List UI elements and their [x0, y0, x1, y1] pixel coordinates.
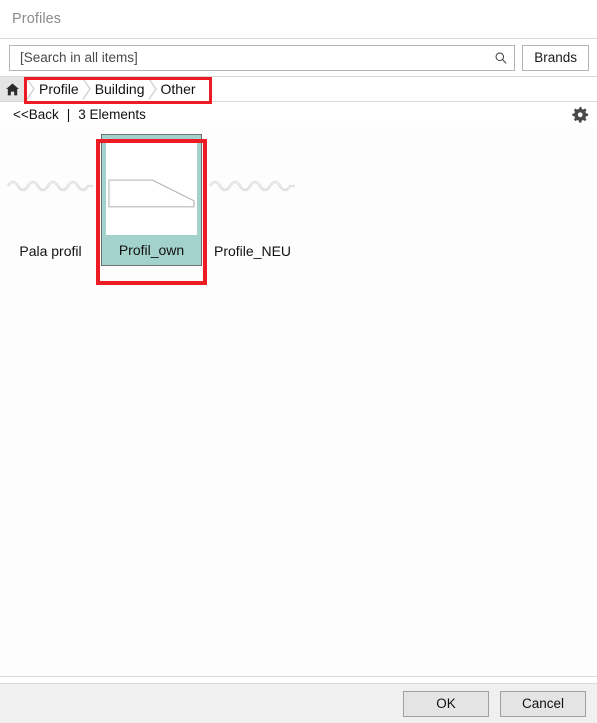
search-row: Brands: [0, 38, 597, 76]
breadcrumb-item-profile[interactable]: Profile: [37, 77, 81, 101]
ok-button[interactable]: OK: [403, 690, 489, 717]
wave-placeholder-icon: [6, 180, 93, 192]
chevron-right-icon: [26, 78, 35, 100]
breadcrumb-items: Profile Building Other: [25, 77, 597, 101]
breadcrumb: Profile Building Other: [0, 76, 597, 102]
dialog-footer: OK Cancel: [0, 683, 597, 723]
item-grid: Pala profil Profil_own Profile_NEU: [0, 127, 597, 266]
grid-item-label: Profil_own: [118, 242, 185, 258]
grid-item-profile-neu[interactable]: Profile_NEU: [202, 134, 303, 266]
chevron-right-icon: [147, 78, 157, 100]
grid-item-thumbnail: [202, 134, 303, 236]
grid-item-profil-own[interactable]: Profil_own: [101, 134, 202, 266]
toolbar-separator: |: [66, 107, 71, 122]
brands-button[interactable]: Brands: [522, 44, 589, 71]
item-grid-area: Pala profil Profil_own Profile_NEU: [0, 127, 597, 677]
wave-placeholder-icon: [208, 180, 295, 192]
breadcrumb-item-building[interactable]: Building: [93, 77, 147, 101]
search-input[interactable]: [20, 50, 495, 65]
chevron-right-icon: [82, 78, 91, 100]
cancel-button[interactable]: Cancel: [500, 690, 586, 717]
breadcrumb-item-other[interactable]: Other: [159, 77, 198, 101]
profile-shape-icon: [108, 179, 195, 208]
breadcrumb-home-button[interactable]: [0, 77, 25, 101]
grid-item-label: Profile_NEU: [213, 243, 292, 259]
page-title: Profiles: [12, 11, 62, 27]
grid-item-thumbnail: [0, 134, 101, 236]
grid-item-pala-profil[interactable]: Pala profil: [0, 134, 101, 266]
back-link[interactable]: <<Back: [13, 107, 59, 122]
search-icon[interactable]: [494, 51, 508, 65]
search-box[interactable]: [9, 44, 516, 71]
profiles-dialog: Profiles Brands Profile Buildin: [0, 0, 597, 723]
gear-icon[interactable]: [571, 106, 589, 124]
toolbar: <<Back | 3 Elements: [0, 102, 597, 127]
home-icon: [6, 83, 19, 95]
element-count-label: 3 Elements: [78, 107, 146, 122]
dialog-titlebar: Profiles: [0, 0, 597, 38]
grid-item-label: Pala profil: [19, 243, 82, 259]
grid-item-thumbnail: [106, 139, 197, 235]
